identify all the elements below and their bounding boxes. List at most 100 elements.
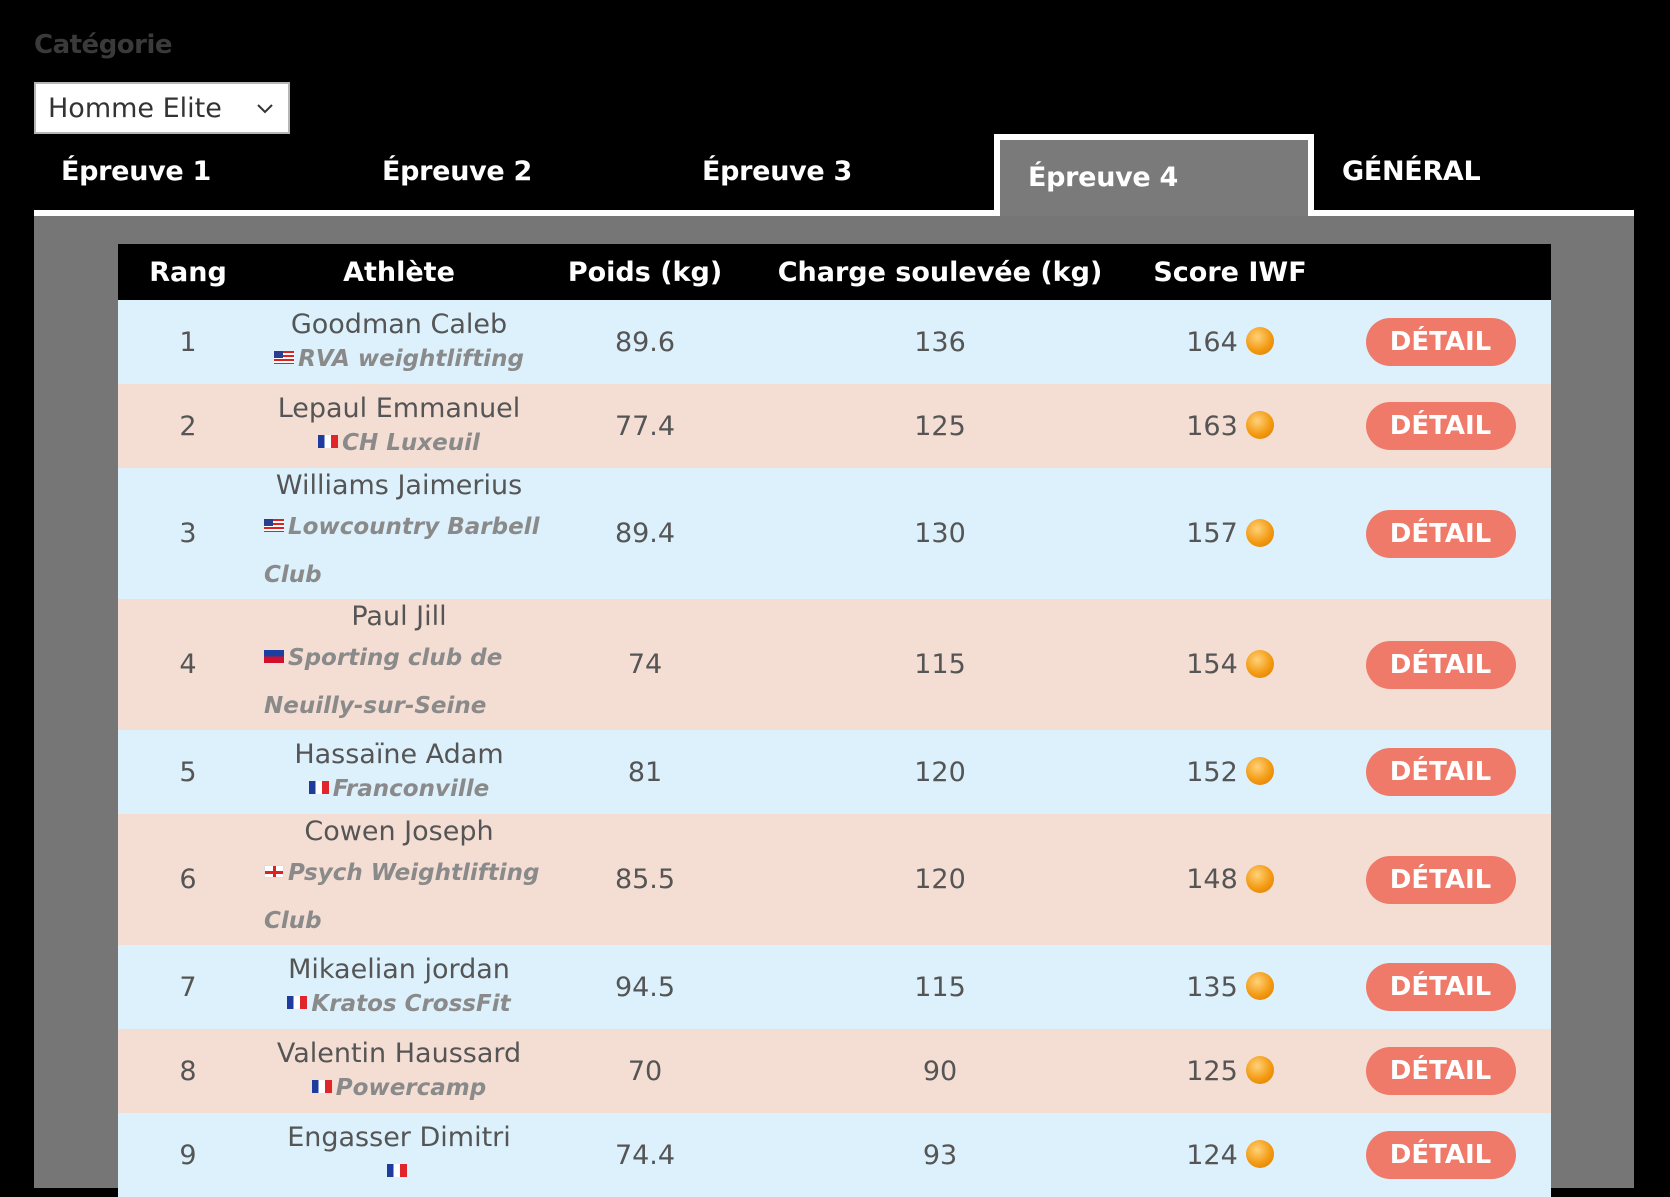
score-value: 135	[1186, 971, 1238, 1003]
load-cell: 130	[914, 518, 966, 549]
score-value: 154	[1186, 649, 1238, 680]
athlete-cell: Engasser Dimitri	[258, 1121, 540, 1189]
weight-cell: 70	[627, 1055, 663, 1087]
athlete-name: Lepaul Emmanuel	[277, 393, 521, 424]
score-value: 152	[1186, 756, 1238, 788]
athlete-cell: Mikaelian jordan Kratos CrossFit	[258, 953, 540, 1021]
tab-bar: Épreuve 1 Épreuve 2 Épreuve 3 Épreuve 4 …	[34, 134, 1634, 216]
table-header: Rang Athlète Poids (kg) Charge soulevée …	[118, 244, 1551, 300]
athlete-name: Cowen Joseph	[304, 815, 494, 847]
athlete-club: Sporting club de Neuilly-sur-Seine	[258, 634, 540, 730]
athlete-cell: Williams Jaimerius Lowcountry Barbell Club	[258, 469, 540, 599]
athlete-name: Paul Jill	[351, 600, 447, 632]
athlete-cell: Cowen Joseph Psych Weightlifting Club	[258, 815, 540, 945]
weight-cell: 89.4	[614, 518, 676, 549]
score-cell: 164	[1130, 327, 1330, 358]
category-select[interactable]: Homme Elite	[34, 82, 290, 134]
medal-icon	[1245, 864, 1274, 893]
table-row: 1 Goodman Caleb RVA weightlifting 89.6 136 16…	[118, 300, 1551, 384]
chevron-down-icon	[257, 104, 273, 114]
tab-epreuve-1[interactable]: Épreuve 1	[61, 134, 211, 214]
flag-fr-icon	[287, 996, 308, 1009]
detail-cell: DÉTAIL	[1330, 402, 1551, 450]
club-name: Powercamp	[335, 1075, 487, 1101]
athlete-club: CH Luxeuil	[258, 426, 540, 460]
club-name: Sporting club de	[288, 644, 503, 671]
score-cell: 163	[1130, 411, 1330, 442]
detail-button[interactable]: DÉTAIL	[1365, 402, 1516, 450]
rank-cell: 6	[179, 864, 197, 895]
club-name: RVA weightlifting	[298, 346, 524, 372]
rank-cell: 7	[179, 971, 197, 1003]
score-cell: 152	[1130, 757, 1330, 788]
header-score: Score IWF	[1153, 256, 1307, 288]
athlete-club: Kratos CrossFit	[258, 987, 540, 1021]
club-name: CH Luxeuil	[342, 430, 480, 456]
detail-button[interactable]: DÉTAIL	[1365, 318, 1516, 366]
rank-cell: 3	[179, 518, 197, 549]
tab-epreuve-4[interactable]: Épreuve 4	[994, 134, 1314, 216]
tab-general[interactable]: GÉNÉRAL	[1342, 134, 1481, 214]
club-name-cont: Club	[264, 907, 322, 934]
score-value: 157	[1186, 518, 1238, 549]
table-row: 4 Paul Jill Sporting club de Neuilly-sur-Se…	[118, 599, 1551, 730]
flag-fr-icon	[387, 1164, 407, 1177]
detail-button[interactable]: DÉTAIL	[1365, 509, 1516, 558]
athlete-name: Mikaelian jordan	[288, 954, 510, 985]
score-value: 164	[1186, 326, 1238, 358]
detail-button[interactable]: DÉTAIL	[1365, 1047, 1516, 1095]
tab-epreuve-2[interactable]: Épreuve 2	[382, 134, 532, 214]
detail-button[interactable]: DÉTAIL	[1365, 963, 1516, 1011]
load-cell: 136	[914, 326, 966, 358]
rank-cell: 8	[179, 1055, 197, 1087]
weight-cell: 77.4	[614, 410, 676, 442]
detail-button[interactable]: DÉTAIL	[1365, 640, 1516, 689]
detail-button[interactable]: DÉTAIL	[1365, 1131, 1516, 1179]
detail-cell: DÉTAIL	[1330, 1131, 1551, 1179]
medal-icon	[1245, 518, 1274, 547]
flag-fr-icon	[311, 1080, 332, 1093]
score-cell: 148	[1130, 864, 1330, 895]
detail-button[interactable]: DÉTAIL	[1365, 855, 1516, 904]
table-body: 1 Goodman Caleb RVA weightlifting 89.6 136 16…	[118, 300, 1551, 1197]
flag-fr-icon	[318, 435, 339, 448]
athlete-cell: Lepaul Emmanuel CH Luxeuil	[258, 392, 540, 460]
table-row: 6 Cowen Joseph Psych Weightlifting Club 85.5…	[118, 814, 1551, 945]
athlete-club: Lowcountry Barbell Club	[258, 503, 540, 599]
athlete-club	[258, 1155, 540, 1189]
tab-epreuve-3[interactable]: Épreuve 3	[702, 134, 852, 214]
club-name: Franconville	[332, 776, 490, 802]
weight-cell: 81	[627, 756, 663, 788]
weight-cell: 89.6	[614, 326, 676, 358]
rank-cell: 9	[179, 1139, 197, 1171]
load-cell: 115	[914, 971, 966, 1003]
athlete-name: Williams Jaimerius	[275, 469, 523, 501]
flag-en-icon	[264, 864, 284, 878]
medal-icon	[1245, 757, 1274, 785]
load-cell: 115	[914, 649, 966, 680]
detail-button[interactable]: DÉTAIL	[1365, 748, 1516, 796]
detail-cell: DÉTAIL	[1330, 855, 1551, 904]
table-row: 5 Hassaïne Adam Franconville 81 120 152 DÉTAIL	[118, 730, 1551, 814]
flag-us-icon	[274, 351, 295, 364]
weight-cell: 74.4	[614, 1139, 676, 1171]
score-cell: 124	[1130, 1140, 1330, 1171]
athlete-cell: Paul Jill Sporting club de Neuilly-sur-Sei…	[258, 600, 540, 730]
athlete-name: Valentin Haussard	[276, 1038, 522, 1069]
medal-icon	[1245, 972, 1274, 1000]
flag-fr-icon	[308, 781, 329, 794]
athlete-club: Powercamp	[258, 1071, 540, 1105]
detail-cell: DÉTAIL	[1330, 963, 1551, 1011]
athlete-name: Hassaïne Adam	[294, 739, 504, 770]
weight-cell: 85.5	[614, 864, 676, 895]
category-select-value: Homme Elite	[48, 92, 222, 124]
rank-cell: 2	[179, 410, 197, 442]
medal-icon	[1245, 649, 1274, 678]
score-value: 124	[1186, 1139, 1238, 1171]
detail-cell: DÉTAIL	[1330, 748, 1551, 796]
club-name-cont: Club	[264, 561, 322, 588]
category-label: Catégorie	[34, 30, 173, 60]
rank-cell: 5	[179, 756, 197, 788]
score-cell: 154	[1130, 649, 1330, 680]
athlete-name: Goodman Caleb	[290, 309, 508, 340]
